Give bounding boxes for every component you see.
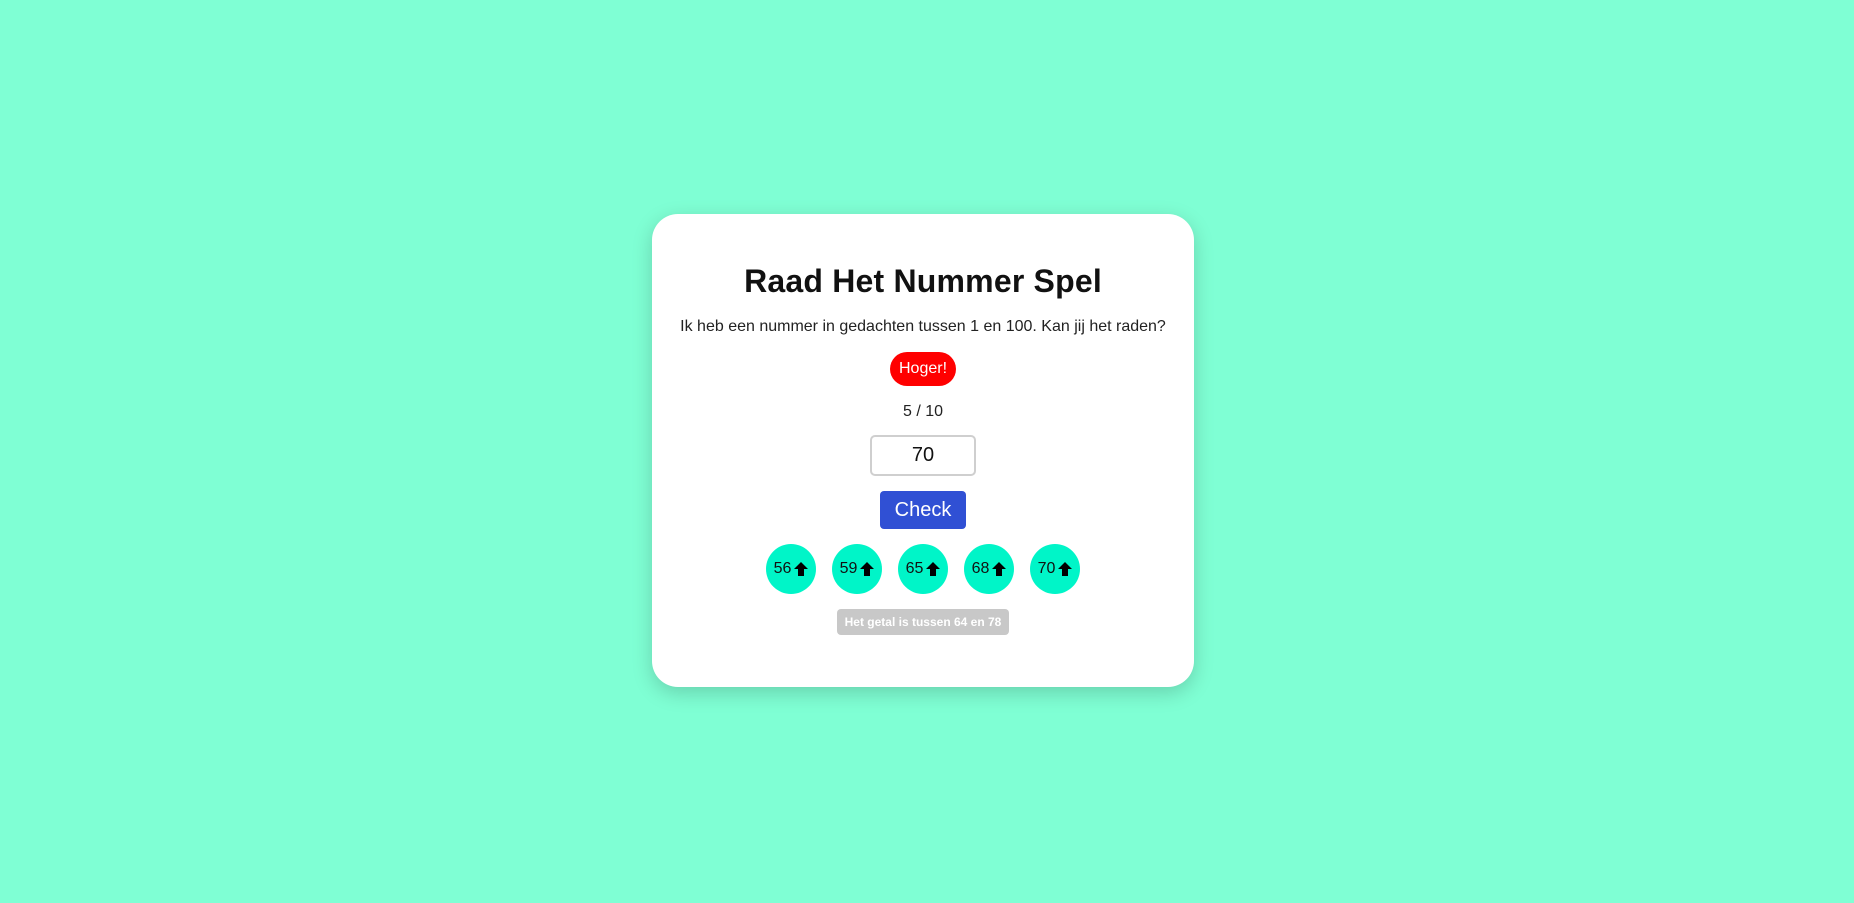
feedback-badge: Hoger!: [889, 352, 957, 386]
arrow-up-icon: [1058, 562, 1073, 576]
game-title: Raad Het Nummer Spel: [744, 263, 1102, 299]
history-value: 65: [905, 560, 924, 577]
arrow-up-icon: [860, 562, 875, 576]
hint-badge: Het getal is tussen 64 en 78: [836, 609, 1010, 635]
check-button[interactable]: Check: [880, 491, 966, 529]
guess-input[interactable]: [870, 435, 976, 476]
arrow-up-icon: [794, 562, 809, 576]
history-item: 68: [964, 544, 1014, 594]
intro-text: Ik heb een nummer in gedachten tussen 1 …: [680, 318, 1166, 335]
history-item: 70: [1030, 544, 1080, 594]
game-card: Raad Het Nummer Spel Ik heb een nummer i…: [652, 214, 1194, 687]
guess-history: 56 59 65 68 70: [766, 544, 1080, 594]
history-value: 59: [839, 560, 858, 577]
arrow-up-icon: [992, 562, 1007, 576]
attempts-counter: 5 / 10: [902, 403, 944, 420]
history-item: 56: [766, 544, 816, 594]
history-value: 68: [971, 560, 990, 577]
history-value: 70: [1037, 560, 1056, 577]
history-value: 56: [773, 560, 792, 577]
arrow-up-icon: [926, 562, 941, 576]
history-item: 65: [898, 544, 948, 594]
history-item: 59: [832, 544, 882, 594]
